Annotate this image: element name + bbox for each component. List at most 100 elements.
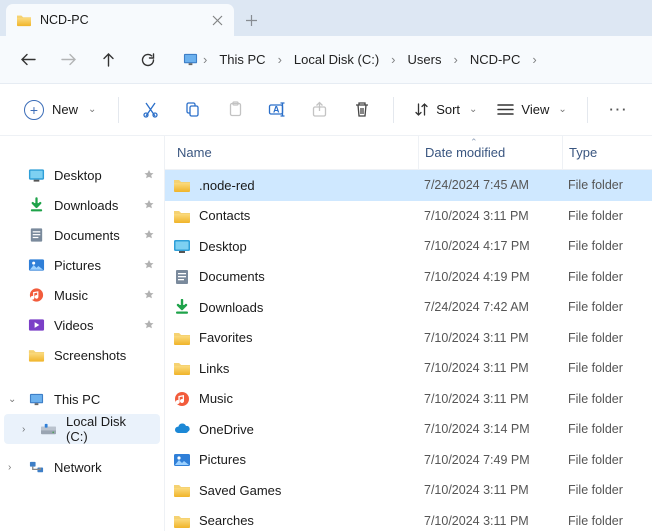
file-name: Searches	[199, 513, 254, 528]
delete-button[interactable]	[343, 90, 381, 130]
file-name: Desktop	[199, 239, 247, 254]
copy-button[interactable]	[174, 90, 212, 130]
tab-active[interactable]: NCD-PC	[6, 4, 234, 36]
tab-bar: NCD-PC	[0, 0, 652, 36]
view-label: View	[521, 102, 549, 117]
forward-button[interactable]	[48, 40, 88, 80]
folder-icon	[16, 13, 32, 27]
file-row[interactable]: .node-red7/24/2024 7:45 AMFile folder	[165, 170, 652, 201]
chevron-right-icon[interactable]: ›	[201, 52, 209, 67]
file-row[interactable]: Saved Games 7/10/2024 3:11 PMFile folder	[165, 475, 652, 506]
sidebar-item-downloads[interactable]: Downloads	[0, 190, 164, 220]
sidebar-item-label: Screenshots	[54, 348, 126, 363]
up-button[interactable]	[88, 40, 128, 80]
file-row[interactable]: OneDrive7/10/2024 3:14 PMFile folder	[165, 414, 652, 445]
document-icon	[28, 227, 45, 243]
file-name: Downloads	[199, 300, 263, 315]
pin-icon	[144, 200, 154, 210]
file-date: 7/10/2024 3:11 PM	[418, 392, 562, 406]
column-name-header[interactable]: Name	[165, 145, 418, 160]
chevron-right-icon[interactable]: ›	[276, 52, 284, 67]
file-type: File folder	[562, 270, 652, 284]
pin-icon	[144, 260, 154, 270]
file-name: .node-red	[199, 178, 255, 193]
folder-icon	[173, 482, 191, 498]
sidebar-item-label: Downloads	[54, 198, 118, 213]
chevron-right-icon[interactable]: ›	[8, 462, 11, 473]
sort-button[interactable]: Sort ⌄	[406, 96, 485, 123]
chevron-right-icon[interactable]: ›	[22, 424, 25, 435]
column-date-header[interactable]: Date modified	[418, 136, 562, 169]
chevron-right-icon[interactable]: ›	[389, 52, 397, 67]
pictures-icon	[28, 257, 45, 273]
file-row[interactable]: Searches7/10/2024 3:11 PMFile folder	[165, 506, 652, 531]
sidebar-item-screenshots[interactable]: Screenshots	[0, 340, 164, 370]
sort-icon	[414, 102, 429, 117]
more-button[interactable]: ···	[600, 90, 638, 130]
chevron-down-icon[interactable]: ⌄	[8, 394, 16, 405]
breadcrumb: › This PC › Local Disk (C:) › Users › NC…	[178, 46, 539, 73]
file-type: File folder	[562, 453, 652, 467]
close-icon[interactable]	[210, 13, 224, 27]
paste-button[interactable]	[216, 90, 254, 130]
view-button[interactable]: View ⌄	[489, 96, 574, 123]
breadcrumb-seg[interactable]: Users	[400, 46, 450, 73]
sidebar-local-disk[interactable]: › Local Disk (C:)	[4, 414, 160, 444]
pictures-icon	[173, 452, 191, 468]
sidebar-item-label: Music	[54, 288, 88, 303]
sidebar-network[interactable]: › Network	[0, 452, 164, 482]
breadcrumb-seg[interactable]: NCD-PC	[462, 46, 529, 73]
sidebar-item-label: Network	[54, 460, 102, 475]
breadcrumb-seg[interactable]: Local Disk (C:)	[286, 46, 387, 73]
breadcrumb-seg[interactable]: This PC	[211, 46, 273, 73]
sidebar-item-music[interactable]: Music	[0, 280, 164, 310]
file-row[interactable]: Music7/10/2024 3:11 PMFile folder	[165, 384, 652, 415]
sidebar-item-label: Videos	[54, 318, 94, 333]
download-icon	[173, 299, 191, 315]
file-row[interactable]: Pictures7/10/2024 7:49 PMFile folder	[165, 445, 652, 476]
folder-icon	[173, 360, 191, 376]
file-date: 7/24/2024 7:45 AM	[418, 178, 562, 192]
file-name: Pictures	[199, 452, 246, 467]
file-row[interactable]: Links7/10/2024 3:11 PMFile folder	[165, 353, 652, 384]
sort-indicator-icon: ⌃	[470, 137, 478, 148]
sidebar-this-pc[interactable]: ⌄ This PC	[0, 384, 164, 414]
chevron-down-icon: ⌄	[88, 104, 96, 115]
refresh-button[interactable]	[128, 40, 168, 80]
onedrive-icon	[173, 421, 191, 437]
file-name: Contacts	[199, 208, 250, 223]
sidebar-item-label: Pictures	[54, 258, 101, 273]
back-button[interactable]	[8, 40, 48, 80]
new-button[interactable]: + New ⌄	[14, 94, 106, 126]
column-type-header[interactable]: Type	[562, 136, 652, 169]
rename-button[interactable]: A	[258, 90, 296, 130]
sidebar-item-videos[interactable]: Videos	[0, 310, 164, 340]
file-name: Saved Games	[199, 483, 281, 498]
monitor-icon	[28, 391, 45, 407]
folder-icon	[173, 330, 191, 346]
sidebar-item-desktop[interactable]: Desktop	[0, 160, 164, 190]
file-row[interactable]: Contacts7/10/2024 3:11 PMFile folder	[165, 201, 652, 232]
file-date: 7/10/2024 3:11 PM	[418, 483, 562, 497]
sidebar-item-label: Desktop	[54, 168, 102, 183]
file-type: File folder	[562, 422, 652, 436]
sidebar-item-documents[interactable]: Documents	[0, 220, 164, 250]
file-row[interactable]: Desktop7/10/2024 4:17 PMFile folder	[165, 231, 652, 262]
share-button[interactable]	[301, 90, 339, 130]
nav-bar: › This PC › Local Disk (C:) › Users › NC…	[0, 36, 652, 84]
separator	[587, 97, 588, 123]
column-headers: ⌃ Name Date modified Type	[165, 136, 652, 170]
sidebar-item-label: Documents	[54, 228, 120, 243]
chevron-right-icon[interactable]: ›	[451, 52, 459, 67]
cut-button[interactable]	[131, 90, 169, 130]
file-row[interactable]: Downloads7/24/2024 7:42 AMFile folder	[165, 292, 652, 323]
plus-circle-icon: +	[24, 100, 44, 120]
new-tab-button[interactable]	[234, 4, 268, 36]
folder-icon	[173, 513, 191, 529]
sidebar-item-pictures[interactable]: Pictures	[0, 250, 164, 280]
file-date: 7/24/2024 7:42 AM	[418, 300, 562, 314]
file-type: File folder	[562, 483, 652, 497]
chevron-right-icon[interactable]: ›	[530, 52, 538, 67]
file-row[interactable]: Documents7/10/2024 4:19 PMFile folder	[165, 262, 652, 293]
file-row[interactable]: Favorites7/10/2024 3:11 PMFile folder	[165, 323, 652, 354]
